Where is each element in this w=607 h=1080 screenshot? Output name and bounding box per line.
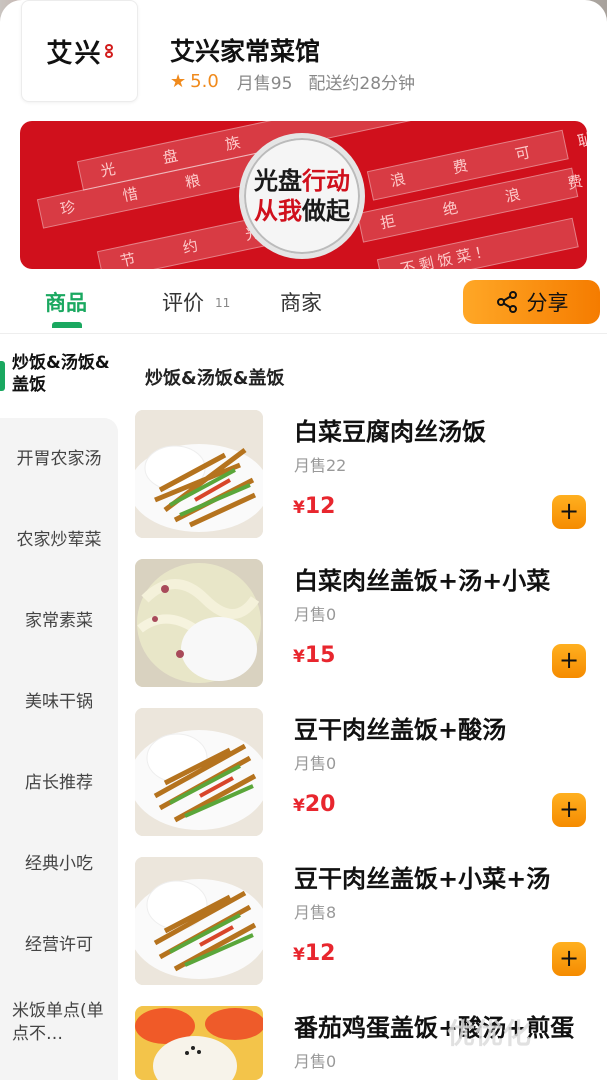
category-item[interactable]: 美味干锅 — [0, 687, 118, 712]
product-item[interactable]: 白菜肉丝盖饭+汤+小菜 月售0 ¥15 + — [135, 559, 607, 687]
category-sidebar: 炒饭&汤饭&盖饭 开胃农家汤 农家炒荤菜 家常素菜 美味干锅 店长推荐 经典小吃… — [0, 334, 118, 1080]
product-sales: 月售8 — [294, 903, 337, 922]
store-monthly-sales: 月售95 — [236, 74, 293, 94]
sidebar-background — [0, 418, 118, 1080]
tab-reviews-count: 11 — [215, 296, 231, 310]
star-icon: ★ — [170, 71, 187, 92]
banner-plate: 光盘行动 从我做起 — [239, 133, 365, 259]
product-price: ¥20 — [293, 792, 336, 817]
store-logo: 艾兴 — [21, 0, 138, 102]
store-meta: ★ 5.0 月售95 配送约28分钟 — [170, 69, 415, 94]
category-item-active[interactable]: 炒饭&汤饭&盖饭 — [12, 352, 112, 396]
category-item[interactable]: 开胃农家汤 — [0, 444, 118, 469]
active-category-indicator — [0, 361, 5, 391]
category-item[interactable]: 米饭单点(单点不… — [12, 1000, 112, 1046]
plate-line-1: 光盘行动 — [254, 166, 350, 195]
add-to-cart-button[interactable]: + — [552, 942, 586, 976]
product-item[interactable]: 番茄鸡蛋盖饭+酸汤+煎蛋 月售0 — [135, 1006, 607, 1080]
category-item[interactable]: 店长推荐 — [0, 768, 118, 793]
product-item[interactable]: 豆干肉丝盖饭+酸汤 月售0 ¥20 + — [135, 708, 607, 836]
product-sales: 月售22 — [294, 456, 347, 475]
product-sales: 月售0 — [294, 1052, 337, 1071]
store-delivery-time: 配送约28分钟 — [308, 74, 416, 94]
product-name: 番茄鸡蛋盖饭+酸汤+煎蛋 — [294, 1014, 575, 1042]
product-price: ¥12 — [293, 941, 336, 966]
plate-line-2: 从我做起 — [254, 196, 350, 225]
category-item[interactable]: 农家炒荤菜 — [0, 525, 118, 550]
tab-reviews[interactable]: 评价 — [162, 287, 204, 317]
product-image[interactable] — [135, 410, 263, 538]
store-name: 艾兴家常菜馆 — [170, 37, 321, 66]
tab-merchant[interactable]: 商家 — [280, 287, 322, 317]
product-name: 白菜肉丝盖饭+汤+小菜 — [294, 567, 551, 595]
share-icon — [496, 291, 517, 313]
product-sales: 月售0 — [294, 754, 337, 773]
product-item[interactable]: 白菜豆腐肉丝汤饭 月售22 ¥12 + — [135, 410, 607, 538]
share-button[interactable]: 分享 — [463, 280, 600, 324]
watermark: 优优化 — [447, 1017, 532, 1050]
product-name: 豆干肉丝盖饭+酸汤 — [294, 716, 507, 744]
product-price: ¥15 — [293, 643, 336, 668]
store-rating: 5.0 — [190, 71, 219, 92]
product-item[interactable]: 豆干肉丝盖饭+小菜+汤 月售8 ¥12 + — [135, 857, 607, 985]
share-label: 分享 — [526, 291, 569, 315]
add-to-cart-button[interactable]: + — [552, 793, 586, 827]
category-item[interactable]: 家常素菜 — [0, 606, 118, 631]
product-name: 白菜豆腐肉丝汤饭 — [294, 418, 486, 446]
add-to-cart-button[interactable]: + — [552, 644, 586, 678]
category-item[interactable]: 经营许可 — [0, 930, 118, 955]
section-title: 炒饭&汤饭&盖饭 — [145, 368, 285, 389]
tab-goods[interactable]: 商品 — [45, 287, 87, 317]
product-name: 豆干肉丝盖饭+小菜+汤 — [294, 865, 551, 893]
promo-banner[interactable]: 光 盘 族 珍 惜 粮 食 节 约 光 荣 浪 费 可 耻 拒 绝 浪 费 不剩… — [20, 121, 587, 269]
product-price: ¥12 — [293, 494, 336, 519]
product-image[interactable] — [135, 857, 263, 985]
product-image[interactable] — [135, 1006, 263, 1080]
add-to-cart-button[interactable]: + — [552, 495, 586, 529]
store-logo-text: 艾兴 — [46, 38, 103, 69]
logo-mark-icon — [104, 44, 113, 58]
tab-goods-indicator — [52, 322, 82, 328]
product-image[interactable] — [135, 708, 263, 836]
product-image[interactable] — [135, 559, 263, 687]
product-sales: 月售0 — [294, 605, 337, 624]
category-item[interactable]: 经典小吃 — [0, 849, 118, 874]
